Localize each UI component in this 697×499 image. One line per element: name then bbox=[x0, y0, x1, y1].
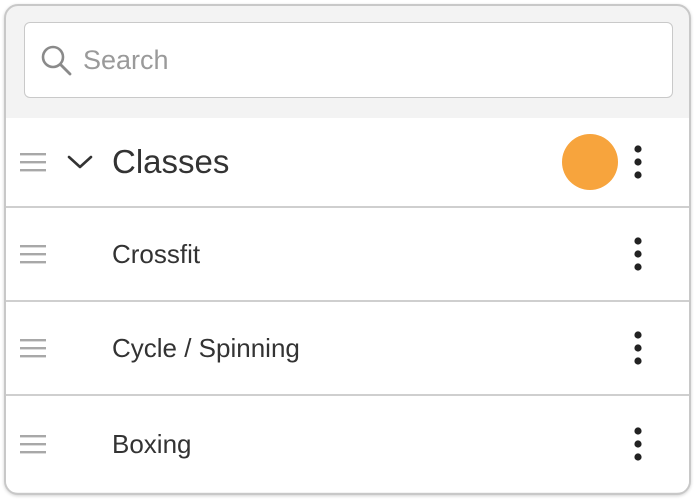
search-icon bbox=[41, 45, 72, 76]
drag-handle-icon[interactable] bbox=[20, 337, 46, 359]
search-box[interactable] bbox=[24, 22, 673, 98]
more-vertical-icon[interactable] bbox=[632, 426, 644, 462]
list-item-cycle-spinning[interactable]: Cycle / Spinning bbox=[6, 302, 689, 396]
category-list: Classes Crossfit Cycle / Spinning Boxing bbox=[6, 118, 689, 492]
list-item-crossfit[interactable]: Crossfit bbox=[6, 208, 689, 302]
more-vertical-icon[interactable] bbox=[632, 236, 644, 272]
list-item-label: Boxing bbox=[112, 428, 192, 459]
group-label: Classes bbox=[112, 143, 230, 180]
drag-handle-icon[interactable] bbox=[20, 433, 46, 455]
list-item-label: Cycle / Spinning bbox=[112, 332, 300, 363]
drag-handle-icon[interactable] bbox=[20, 151, 46, 173]
group-row-classes[interactable]: Classes bbox=[6, 118, 689, 208]
more-vertical-icon[interactable] bbox=[632, 144, 644, 180]
chevron-down-icon[interactable] bbox=[66, 152, 94, 172]
search-input[interactable] bbox=[81, 43, 645, 77]
list-item-label: Crossfit bbox=[112, 238, 201, 269]
status-dot bbox=[562, 134, 618, 190]
drag-handle-icon[interactable] bbox=[20, 243, 46, 265]
list-item-boxing[interactable]: Boxing bbox=[6, 396, 689, 492]
category-panel: Classes Crossfit bbox=[4, 4, 691, 495]
more-vertical-icon[interactable] bbox=[632, 330, 644, 366]
